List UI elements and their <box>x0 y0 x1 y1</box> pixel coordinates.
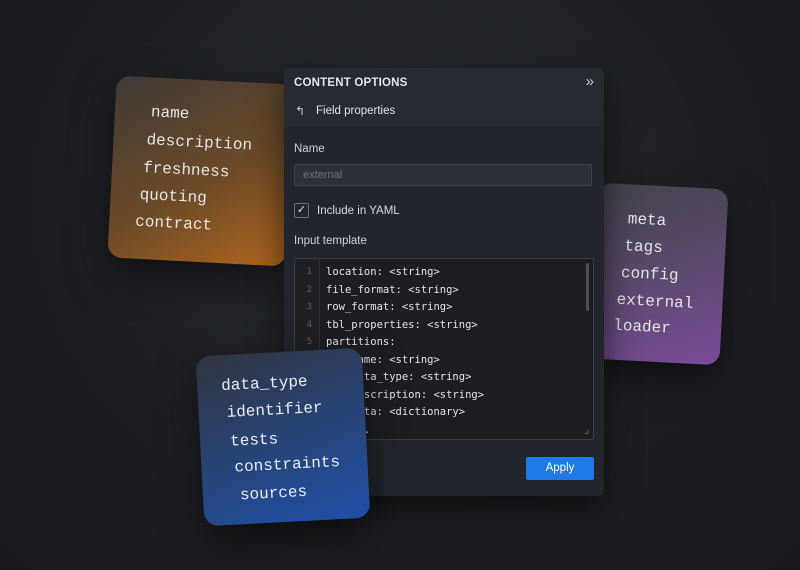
card-keyword: loader <box>612 316 672 338</box>
line-number: 3 <box>306 302 312 312</box>
line-number: 5 <box>306 337 312 347</box>
card-keyword: quoting <box>139 185 208 208</box>
card-keyword: tests <box>229 430 279 451</box>
code-line: file_format: <string> <box>326 283 459 296</box>
arrow-up-left-icon[interactable]: ↰ <box>295 104 305 118</box>
checkmark-icon: ✓ <box>296 204 307 216</box>
name-label: Name <box>294 143 325 155</box>
keyword-card-purple: meta tags config external loader <box>589 182 729 366</box>
resize-handle-icon[interactable]: ⌟ <box>584 425 589 436</box>
card-keyword: contract <box>134 212 213 235</box>
card-keyword: constraints <box>234 453 341 477</box>
code-line: row_format: <string> <box>326 301 453 313</box>
card-keyword: tags <box>623 237 664 258</box>
line-number: 4 <box>306 319 312 330</box>
card-keyword: config <box>620 264 680 286</box>
panel-header: CONTENT OPTIONS » ↰ Field properties <box>284 68 604 126</box>
card-keyword: external <box>616 290 694 313</box>
include-in-yaml-checkbox[interactable]: ✓ <box>294 203 309 218</box>
code-line: location: <string> <box>326 266 440 278</box>
input-template-label: Input template <box>294 235 367 247</box>
apply-button[interactable]: Apply <box>526 457 594 480</box>
panel-title: CONTENT OPTIONS <box>294 77 408 89</box>
card-keyword: description <box>146 131 253 155</box>
card-keyword: identifier <box>226 398 324 422</box>
card-keyword: sources <box>239 482 308 505</box>
code-line: tbl_properties: <string> <box>326 318 478 331</box>
card-keyword: name <box>150 103 190 124</box>
name-input[interactable]: external <box>294 164 592 186</box>
card-keyword: meta <box>627 210 667 231</box>
keyword-card-blue: data_type identifier tests constraints s… <box>195 347 371 527</box>
include-in-yaml-label: Include in YAML <box>317 205 400 217</box>
panel-subtitle: Field properties <box>316 105 396 117</box>
double-chevron-right-icon[interactable]: » <box>586 73 594 90</box>
keyword-card-orange: name description freshness quoting contr… <box>107 75 295 267</box>
editor-scrollbar[interactable] <box>586 263 589 311</box>
code-line: partitions: <box>326 336 396 348</box>
card-keyword: data_type <box>220 372 309 396</box>
card-keyword: freshness <box>142 158 230 182</box>
line-number: 1 <box>306 267 312 277</box>
line-number: 2 <box>306 284 312 295</box>
